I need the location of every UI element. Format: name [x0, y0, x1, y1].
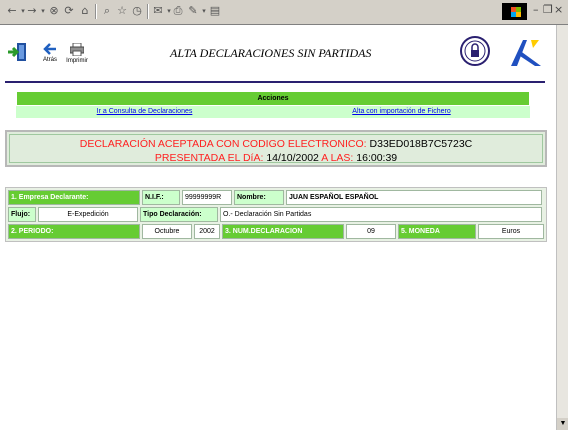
nif-label: N.I.F.:	[142, 190, 180, 205]
aeat-logo	[511, 40, 541, 66]
secure-area-seal	[460, 36, 490, 66]
flujo-label: Flujo:	[8, 207, 36, 222]
tipo-label: Tipo Declaración:	[140, 207, 218, 222]
minimize-icon[interactable]: –	[533, 4, 539, 16]
tipo-value: O.- Declaración Sin Partidas	[220, 207, 542, 222]
nombre-label: Nombre:	[234, 190, 284, 205]
moneda-value: Euros	[478, 224, 544, 239]
acciones-links: Ir a Consulta de Declaraciones Alta con …	[16, 106, 530, 118]
exit-door-icon	[8, 43, 26, 61]
presented-date-label: PRESENTADA EL DíA:	[154, 152, 264, 164]
empresa-label: 1. Empresa Declarante:	[8, 190, 140, 205]
electronic-code: D33ED018B7C5723C	[369, 138, 473, 150]
status-accepted-label: DECLARACIÓN ACEPTADA CON CODIGO ELECTRON…	[79, 138, 367, 150]
flujo-value: E-Expedición	[38, 207, 138, 222]
link-alta-importacion[interactable]: Alta con importación de Fichero	[273, 106, 530, 118]
table-row: Flujo: E-Expedición Tipo Declaración: O.…	[8, 207, 544, 222]
windows-logo-icon	[502, 3, 527, 20]
back-label: Atrás	[42, 57, 57, 63]
back-button[interactable]: Atrás	[38, 43, 62, 63]
print-label: Imprimir	[66, 58, 88, 64]
lock-icon	[464, 40, 486, 62]
numdecl-value: 09	[346, 224, 396, 239]
history-icon[interactable]: ◷	[131, 5, 143, 17]
declaration-table: 1. Empresa Declarante: N.I.F.: 99999999R…	[5, 187, 547, 242]
close-icon[interactable]: ×	[554, 4, 563, 16]
presented-time-label: A LAS:	[321, 152, 354, 164]
discuss-icon[interactable]: ▤	[209, 5, 221, 17]
nif-value: 99999999R	[182, 190, 232, 205]
browser-toolbar: ← ▾ → ▾ ⊗ ⟳ ⌂ ⌕ ☆ ◷ ✉ ▾ ⎙ ✎ ▾ ▤ – ❐ ×	[0, 0, 568, 25]
table-row: 1. Empresa Declarante: N.I.F.: 99999999R…	[8, 190, 544, 205]
acciones-title: Acciones	[16, 91, 530, 106]
print-button[interactable]: Imprimir	[63, 43, 91, 64]
search-icon[interactable]: ⌕	[101, 5, 113, 17]
acciones-panel: Acciones Ir a Consulta de Declaraciones …	[16, 91, 530, 118]
header-divider	[5, 81, 545, 83]
favorites-icon[interactable]: ☆	[116, 5, 128, 17]
moneda-label: 5. MONEDA	[398, 224, 476, 239]
back-arrow-icon	[43, 43, 56, 55]
periodo-mes: Octubre	[142, 224, 192, 239]
presented-time: 16:00:39	[356, 152, 398, 164]
table-row: 2. PERIODO: Octubre 2002 3. NUM.DECLARAC…	[8, 224, 544, 239]
restore-icon[interactable]: ❐	[543, 4, 553, 16]
periodo-anio: 2002	[194, 224, 220, 239]
nombre-value: JUAN ESPAÑOL ESPAÑOL	[286, 190, 542, 205]
printer-icon	[70, 43, 84, 56]
print-icon[interactable]: ⎙	[172, 5, 184, 17]
exit-button[interactable]	[6, 41, 30, 65]
home-icon[interactable]: ⌂	[79, 5, 91, 17]
presented-date: 14/10/2002	[266, 152, 319, 164]
status-box: DECLARACIÓN ACEPTADA CON CODIGO ELECTRON…	[5, 130, 547, 167]
page-title: ALTA DECLARACIONES SIN PARTIDAS	[170, 46, 372, 60]
link-consulta-declaraciones[interactable]: Ir a Consulta de Declaraciones	[16, 106, 273, 118]
numdecl-label: 3. NUM.DECLARACION	[222, 224, 344, 239]
page-content: Atrás Imprimir ALTA DECLARACIONES SIN PA…	[0, 25, 556, 430]
stop-icon[interactable]: ⊗	[48, 5, 60, 17]
refresh-icon[interactable]: ⟳	[63, 5, 75, 17]
periodo-label: 2. PERIODO:	[8, 224, 140, 239]
scroll-down-icon[interactable]: ▼	[557, 418, 568, 430]
vertical-scrollbar[interactable]: ▼	[556, 25, 568, 430]
